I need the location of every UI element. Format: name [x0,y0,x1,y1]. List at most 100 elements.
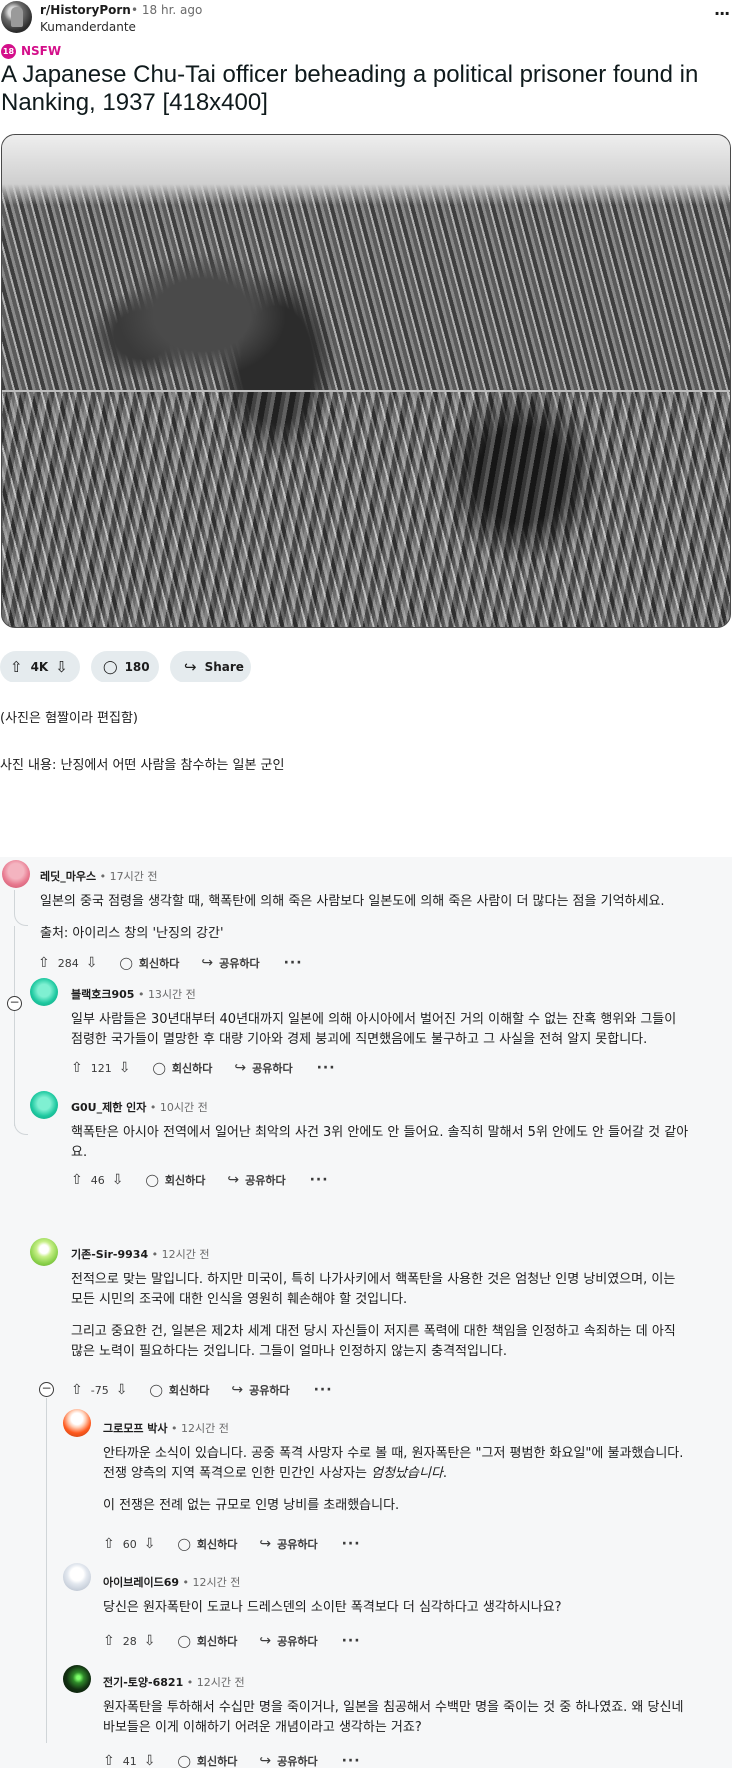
avatar[interactable] [30,978,58,1006]
body-line-2: 사진 내용: 난징에서 어떤 사람을 참수하는 일본 군인 [0,758,285,773]
author-link[interactable]: Kumanderdante [40,20,136,34]
upvote-icon[interactable]: ⇧ [103,1536,115,1552]
collapse-thread-button[interactable]: − [39,1382,54,1397]
share-button[interactable]: ↪ 공유하다 [259,1753,317,1768]
reply-button[interactable]: ◯ 회신하다 [149,1382,209,1398]
comment-username[interactable]: 레딧_마우스 • 17시간 전 [40,868,157,884]
comment-username[interactable]: 아이브레이드69 • 12시간 전 [103,1574,240,1590]
comment-username[interactable]: G0U_제한 인자 • 10시간 전 [71,1099,208,1115]
share-icon: ↪ [259,1535,272,1552]
upvote-icon[interactable]: ⇧ [103,1753,115,1768]
share-button[interactable]: ↪ 공유하다 [227,1172,285,1188]
avatar[interactable] [30,1091,58,1119]
share-icon: ↪ [227,1171,240,1188]
comments-button[interactable]: ◯ 180 [91,651,159,683]
comment-icon: ◯ [145,1172,159,1187]
nsfw-label: NSFW [21,44,62,58]
post-image[interactable] [1,134,731,628]
downvote-icon[interactable]: ⇩ [112,1172,124,1188]
downvote-icon[interactable]: ⇩ [144,1536,156,1552]
more-horizontal-icon[interactable]: ··· [317,1060,336,1076]
downvote-icon[interactable]: ⇩ [55,659,68,675]
comment-body: 일본의 중국 점령을 생각할 때, 핵폭탄에 의해 죽은 사람보다 일본도에 의… [40,894,665,941]
downvote-icon[interactable]: ⇩ [116,1382,128,1398]
avatar[interactable] [30,1238,58,1266]
share-icon: ↪ [201,954,214,971]
share-label: Share [204,660,244,674]
collapse-thread-button[interactable]: − [7,996,22,1011]
comment-icon: ◯ [177,1536,191,1551]
avatar[interactable] [2,860,30,888]
comment-actions: ⇧ -75 ⇩ ◯ 회신하다 ↪ 공유하다 ··· [71,1381,333,1399]
reply-button[interactable]: ◯ 회신하다 [152,1060,212,1076]
reply-button[interactable]: ◯ 회신하다 [145,1172,205,1188]
comment-icon: ◯ [149,1382,163,1397]
downvote-icon[interactable]: ⇩ [86,955,98,971]
nsfw-badge-icon: 18 [1,43,16,59]
upvote-icon[interactable]: ⇧ [71,1060,83,1076]
reply-button[interactable]: ◯ 회신하다 [177,1536,237,1552]
post-header: r/HistoryPorn • 18 hr. ago Kumanderdante… [0,0,732,40]
share-button[interactable]: ↪ 공유하다 [259,1536,317,1552]
comment-score: 284 [57,956,79,970]
comment-username[interactable]: 블랙호크905 • 13시간 전 [71,986,196,1002]
comment-body: 전적으로 맞는 말입니다. 하지만 미국이, 특히 나가사키에서 핵폭탄을 사용… [71,1272,676,1359]
comment-username[interactable]: 기존-Sir-9934 • 12시간 전 [71,1246,209,1262]
comment-username[interactable]: 그로모프 박사 • 12시간 전 [103,1420,229,1436]
comment-body: 안타까운 소식이 있습니다. 공중 폭격 사망자 수로 볼 때, 원자폭탄은 "… [103,1446,684,1513]
upvote-icon[interactable]: ⇧ [10,659,23,675]
share-button[interactable]: ↪ 공유하다 [234,1060,292,1076]
more-horizontal-icon[interactable]: ··· [314,1382,333,1398]
comment-score: 121 [90,1061,112,1075]
nsfw-tag: 18 NSFW [1,43,61,59]
comment-actions: ⇧ 46 ⇩ ◯ 회신하다 ↪ 공유하다 ··· [71,1171,329,1189]
body-line-1: (사진은 혐짤이라 편집함) [0,711,139,726]
reply-button[interactable]: ◯ 회신하다 [177,1633,237,1649]
more-horizontal-icon[interactable]: ··· [342,1633,361,1649]
vote-pill: ⇧ 4K ⇩ [0,651,80,683]
comment-body: 핵폭탄은 아시아 전역에서 일어난 최악의 사건 3위 안에도 안 들어요. 솔… [71,1125,689,1160]
comment-count: 180 [124,660,150,674]
comment-username[interactable]: 전기-토양-6821 • 12시간 전 [103,1674,245,1690]
comment-section: 레딧_마우스 • 17시간 전 일본의 중국 점령을 생각할 때, 핵폭탄에 의… [0,857,732,1768]
subreddit-avatar[interactable] [1,1,32,33]
share-button[interactable]: ↪ 공유하다 [259,1633,317,1649]
share-icon: ↪ [184,657,197,676]
avatar[interactable] [63,1563,91,1591]
comment-score: 46 [90,1173,105,1187]
comment-actions: ⇧ 41 ⇩ ◯ 회신하다 ↪ 공유하다 ··· [103,1752,361,1768]
avatar[interactable] [63,1665,91,1693]
comment-score: 60 [122,1537,137,1551]
downvote-icon[interactable]: ⇩ [144,1633,156,1649]
more-horizontal-icon[interactable]: ··· [714,6,730,26]
post-body: (사진은 혐짤이라 편집함) 사진 내용: 난징에서 어떤 사람을 참수하는 일… [0,682,732,857]
upvote-icon[interactable]: ⇧ [103,1633,115,1649]
comment-icon: ◯ [119,955,133,970]
more-horizontal-icon[interactable]: ··· [284,955,303,971]
comment-icon: ◯ [152,1060,166,1075]
comment-icon: ◯ [177,1633,191,1648]
avatar[interactable] [63,1409,91,1437]
comment-icon: ◯ [177,1753,191,1768]
post-title: A Japanese Chu-Tai officer beheading a p… [1,61,699,116]
share-icon: ↪ [259,1632,272,1649]
upvote-icon[interactable]: ⇧ [71,1172,83,1188]
comment-body: 일부 사람들은 30년대부터 40년대까지 일본에 의해 아시아에서 벌어진 거… [71,1012,677,1047]
reply-button[interactable]: ◯ 회신하다 [177,1753,237,1768]
share-button[interactable]: ↪ 공유하다 [231,1382,289,1398]
upvote-icon[interactable]: ⇧ [71,1382,83,1398]
share-button[interactable]: ↪ Share [170,651,251,683]
share-button[interactable]: ↪ 공유하다 [201,955,259,971]
more-horizontal-icon[interactable]: ··· [342,1753,361,1768]
more-horizontal-icon[interactable]: ··· [310,1172,329,1188]
comment-score: 41 [122,1754,137,1768]
downvote-icon[interactable]: ⇩ [144,1753,156,1768]
downvote-icon[interactable]: ⇩ [119,1060,131,1076]
comment-actions: ⇧ 121 ⇩ ◯ 회신하다 ↪ 공유하다 ··· [71,1059,336,1077]
comment-body: 원자폭탄을 투하해서 수십만 명을 죽이거나, 일본을 침공해서 수백만 명을 … [103,1700,684,1735]
more-horizontal-icon[interactable]: ··· [342,1536,361,1552]
reply-button[interactable]: ◯ 회신하다 [119,955,179,971]
vote-count: 4K [30,660,49,674]
subreddit-link[interactable]: r/HistoryPorn [40,3,131,17]
upvote-icon[interactable]: ⇧ [38,955,50,971]
